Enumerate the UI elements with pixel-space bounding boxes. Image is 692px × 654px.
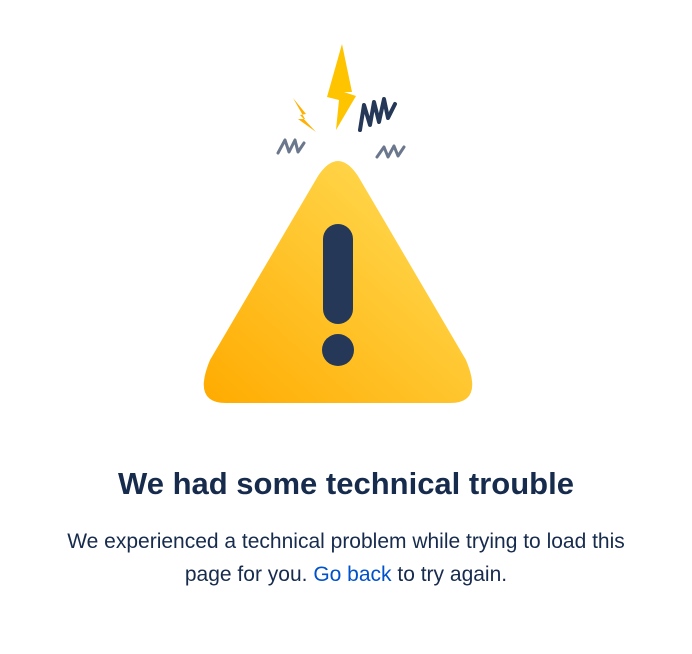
error-title: We had some technical trouble [118, 466, 574, 501]
squiggle-left-icon [276, 138, 306, 155]
error-message-suffix: to try again. [397, 563, 508, 586]
warning-illustration [203, 44, 473, 403]
go-back-link[interactable]: Go back [313, 563, 391, 586]
lightning-bolt-small-icon [293, 98, 316, 132]
error-message: We experienced a technical problem while… [66, 525, 626, 591]
squiggle-right-small-icon [375, 144, 406, 159]
squiggle-right-large-icon [358, 97, 397, 132]
error-page: We had some technical trouble We experie… [0, 0, 692, 654]
exclamation-mark-icon [322, 224, 354, 366]
lightning-bolt-large-icon [327, 44, 356, 130]
